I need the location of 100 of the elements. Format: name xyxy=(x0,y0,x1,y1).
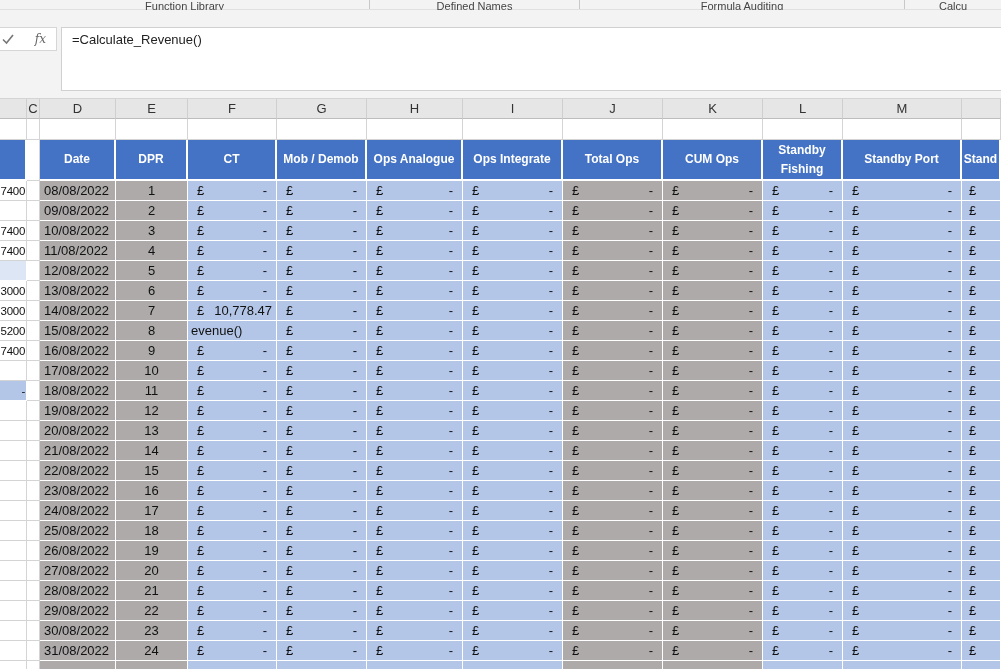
currency-sign: £ xyxy=(376,283,384,298)
currency-sign: £ xyxy=(772,383,780,398)
table-cell: 13/08/2022 xyxy=(40,281,116,301)
amount-text: - xyxy=(947,383,952,398)
column-header[interactable] xyxy=(0,99,27,119)
amount-text: - xyxy=(548,623,553,638)
currency-sign: £ xyxy=(672,283,680,298)
currency-sign: £ xyxy=(197,583,205,598)
currency-sign: £ xyxy=(472,403,480,418)
table-cell: 19 xyxy=(116,541,188,561)
table-cell: 28/08/2022 xyxy=(40,581,116,601)
formula-field[interactable]: =Calculate_Revenue() xyxy=(61,27,1001,91)
table-cell: 13 xyxy=(116,421,188,441)
amount-text: - xyxy=(748,243,753,258)
table-cell: 6 xyxy=(116,281,188,301)
currency-sign: £ xyxy=(772,563,780,578)
currency-sign: £ xyxy=(286,643,294,658)
currency-sign: £ xyxy=(376,503,384,518)
column-header[interactable] xyxy=(962,99,1001,119)
amount-text: - xyxy=(448,483,453,498)
table-cell: £ xyxy=(962,621,1001,641)
currency-sign: £ xyxy=(472,623,480,638)
amount-text: - xyxy=(648,583,653,598)
amount-text: - xyxy=(748,503,753,518)
table-cell[interactable]: evenue() xyxy=(188,321,277,341)
currency-sign: £ xyxy=(472,343,480,358)
table-cell: 10 xyxy=(116,361,188,381)
table-cell xyxy=(27,521,40,541)
currency-sign: £ xyxy=(572,603,580,618)
column-header[interactable]: K xyxy=(663,99,763,119)
column-header[interactable]: I xyxy=(463,99,563,119)
amount-text: - xyxy=(828,203,833,218)
currency-sign: £ xyxy=(286,543,294,558)
currency-sign: £ xyxy=(672,263,680,278)
table-cell: £ xyxy=(962,201,1001,221)
column-header[interactable]: J xyxy=(563,99,663,119)
table-cell xyxy=(27,581,40,601)
currency-sign: £ xyxy=(197,183,205,198)
table-cell xyxy=(27,421,40,441)
currency-sign: £ xyxy=(852,643,860,658)
currency-sign: £ xyxy=(852,203,860,218)
ribbon-group-label: Function Library xyxy=(0,0,370,9)
currency-sign: £ xyxy=(852,603,860,618)
amount-text: - xyxy=(352,263,357,278)
amount-text: - xyxy=(262,463,267,478)
column-header[interactable]: E xyxy=(116,99,188,119)
amount-text: - xyxy=(828,463,833,478)
amount-text: - xyxy=(352,303,357,318)
currency-sign: £ xyxy=(852,423,860,438)
currency-sign: £ xyxy=(472,223,480,238)
amount-text: - xyxy=(828,363,833,378)
amount-text: - xyxy=(548,363,553,378)
amount-text: - xyxy=(448,363,453,378)
table-cell: £ xyxy=(962,221,1001,241)
amount-text: - xyxy=(352,363,357,378)
table-cell: 18 xyxy=(116,521,188,541)
column-header[interactable]: G xyxy=(277,99,367,119)
amount-text: - xyxy=(648,303,653,318)
amount-text: - xyxy=(548,383,553,398)
table-cell: 10/08/2022 xyxy=(40,221,116,241)
amount-text: - xyxy=(262,403,267,418)
currency-sign: £ xyxy=(376,643,384,658)
currency-sign: £ xyxy=(852,303,860,318)
table-cell: 17 xyxy=(116,501,188,521)
amount-text: - xyxy=(748,563,753,578)
column-header[interactable]: C xyxy=(27,99,40,119)
currency-sign: £ xyxy=(376,363,384,378)
insert-function-button[interactable]: fx xyxy=(34,32,46,46)
amount-text: - xyxy=(262,243,267,258)
amount-text: - xyxy=(947,223,952,238)
currency-sign: £ xyxy=(197,243,205,258)
currency-sign: £ xyxy=(572,303,580,318)
currency-sign: £ xyxy=(772,363,780,378)
currency-sign: £ xyxy=(472,563,480,578)
check-icon[interactable] xyxy=(2,33,14,45)
column-header[interactable]: H xyxy=(367,99,463,119)
currency-sign: £ xyxy=(672,483,680,498)
amount-text: - xyxy=(828,303,833,318)
column-header[interactable]: F xyxy=(188,99,277,119)
column-heading: DPR xyxy=(116,140,188,181)
column-header[interactable]: L xyxy=(763,99,843,119)
currency-sign: £ xyxy=(772,323,780,338)
amount-text: - xyxy=(262,363,267,378)
column-header[interactable]: D xyxy=(40,99,116,119)
amount-text: - xyxy=(262,643,267,658)
currency-sign: £ xyxy=(472,263,480,278)
amount-text: - xyxy=(548,303,553,318)
table-cell: 9 xyxy=(116,341,188,361)
amount-text: - xyxy=(262,443,267,458)
currency-sign: £ xyxy=(572,623,580,638)
amount-text: - xyxy=(748,463,753,478)
currency-sign: £ xyxy=(772,583,780,598)
table-cell: £ xyxy=(962,421,1001,441)
amount-text: - xyxy=(947,403,952,418)
amount-text: - xyxy=(748,623,753,638)
amount-text: - xyxy=(828,243,833,258)
table-cell: 31/08/2022 xyxy=(40,641,116,661)
column-header[interactable]: M xyxy=(843,99,962,119)
amount-text: - xyxy=(352,383,357,398)
amount-text: - xyxy=(828,583,833,598)
